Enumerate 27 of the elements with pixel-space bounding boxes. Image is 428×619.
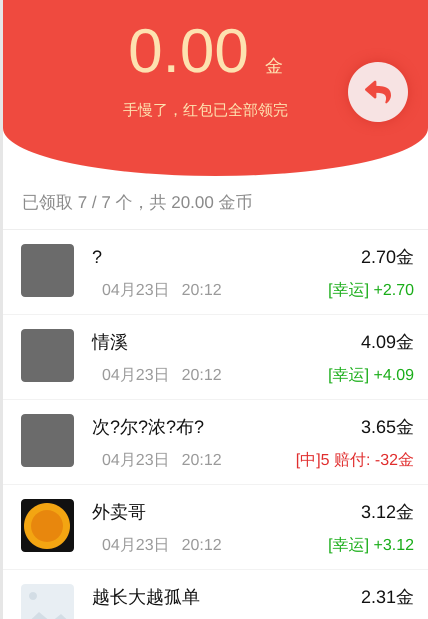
record-result: [幸运] +2.70 — [328, 280, 414, 301]
back-icon — [365, 79, 391, 105]
claim-summary: 已领取 7 / 7 个，共 20.00 金币 — [22, 192, 253, 214]
record-date: 04月23日 — [102, 366, 170, 386]
user-name: 外卖哥 — [92, 501, 147, 524]
record-time: 20:12 — [182, 536, 222, 556]
record-time: 20:12 — [182, 366, 222, 386]
record-amount: 4.09金 — [360, 331, 414, 354]
user-name: 越长大越孤单 — [92, 586, 201, 609]
record-amount: 3.12金 — [360, 501, 414, 524]
user-name: ? — [92, 246, 104, 269]
record-time: 20:12 — [182, 451, 222, 471]
record-result: [中]5 赔付: -32金 — [296, 450, 414, 471]
record-date: 04月23日 — [102, 536, 170, 556]
balance-unit: 金 — [264, 55, 283, 78]
user-name: 次?尔?浓?布? — [92, 416, 206, 439]
record-amount: 2.70金 — [360, 246, 414, 269]
record-result: [幸运] +4.09 — [328, 366, 414, 386]
record-result: [幸运] +3.12 — [328, 536, 414, 556]
balance-amount: 0.00 — [128, 16, 249, 88]
record-time: 20:12 — [182, 281, 222, 301]
record-date: 04月23日 — [102, 451, 170, 471]
record-date: 04月23日 — [102, 281, 170, 301]
status-message: 手慢了，红包已全部领完 — [123, 101, 288, 121]
record-amount: 3.65金 — [360, 416, 414, 439]
record-amount: 2.31金 — [360, 586, 414, 609]
user-name: 情溪 — [92, 331, 129, 354]
